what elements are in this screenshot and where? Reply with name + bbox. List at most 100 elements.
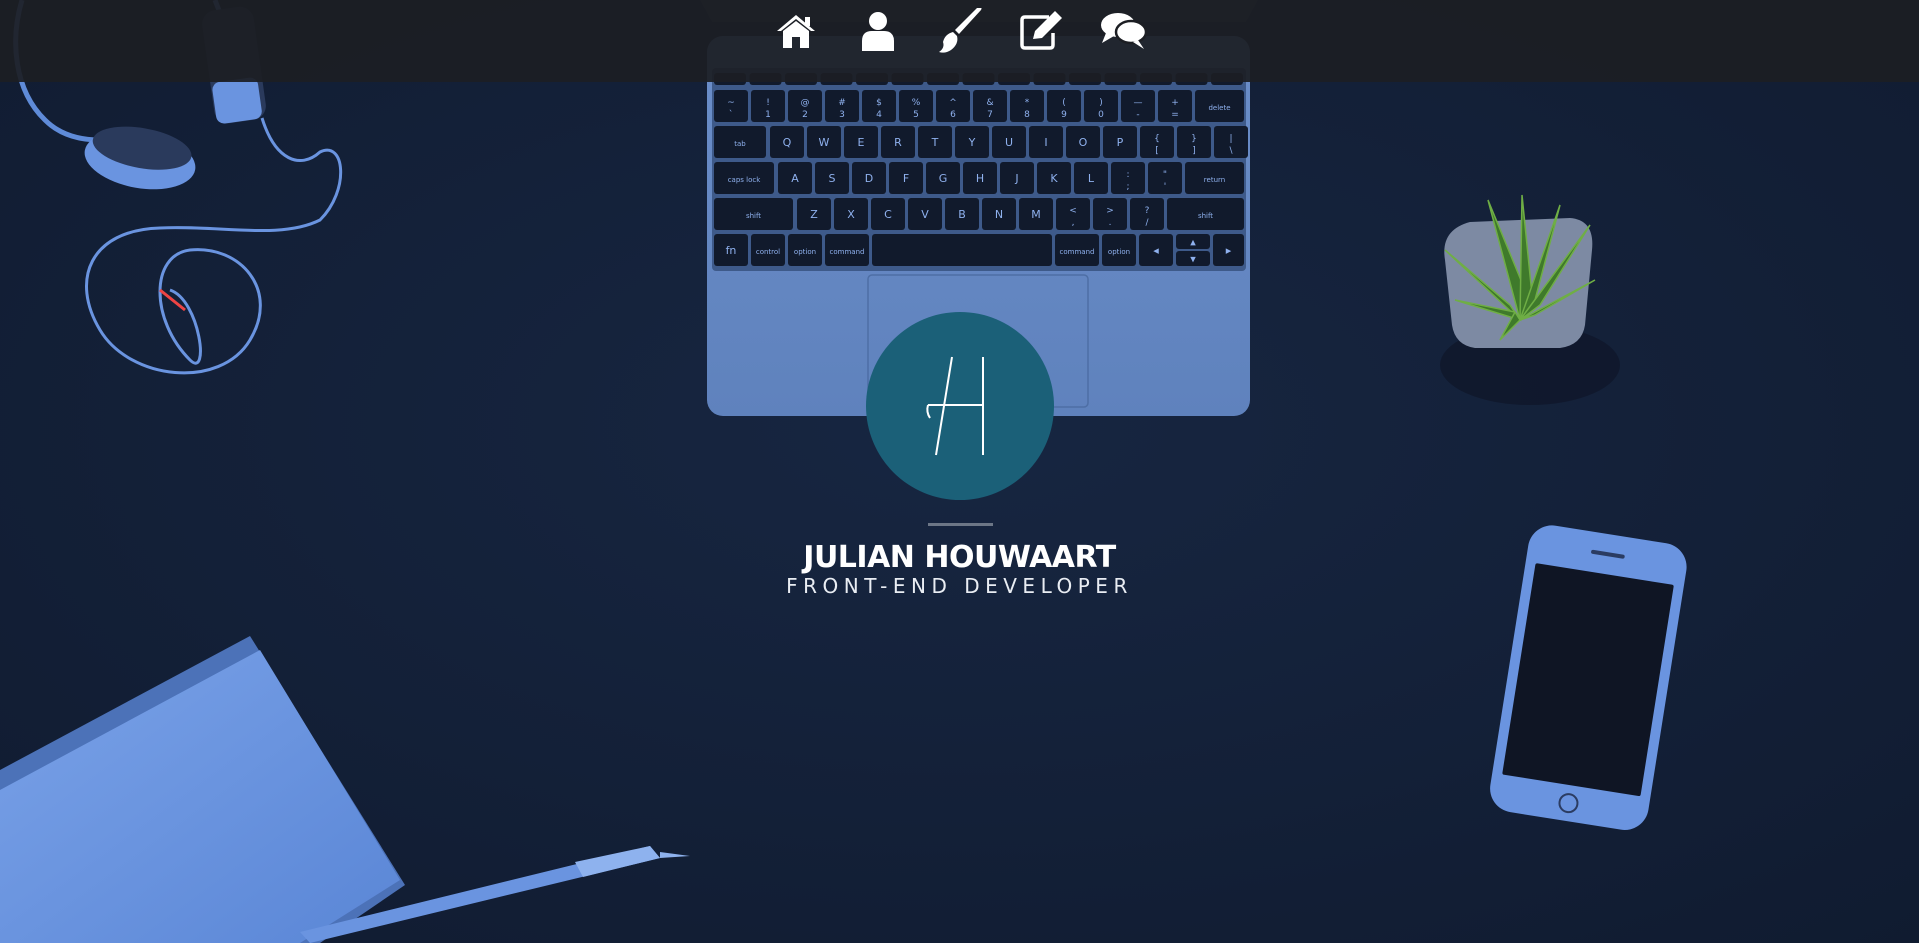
keyboard-key-label: W [819, 136, 830, 149]
keyboard-key-label: ; [1126, 182, 1129, 192]
keyboard-key-label: ` [729, 109, 734, 120]
keyboard-key-label: — [1134, 98, 1143, 108]
keyboard-key-label: L [1088, 172, 1095, 185]
keyboard-key-label: O [1079, 136, 1088, 149]
keyboard-key-label: 4 [876, 110, 882, 120]
keyboard-key-label: G [939, 172, 948, 185]
keyboard-key-label: option [1108, 248, 1130, 256]
keyboard-key-label: ~ [727, 98, 735, 108]
keyboard-key-label: F [903, 172, 909, 185]
keyboard-key-label: R [894, 136, 902, 149]
top-navigation [0, 0, 1919, 82]
keyboard-key-label: M [1031, 208, 1041, 221]
nav-portfolio[interactable] [919, 1, 1001, 61]
keyboard-key-label: ? [1145, 206, 1150, 216]
keyboard-key-label: & [986, 98, 993, 108]
nav-home[interactable] [755, 1, 837, 61]
keyboard-key-label: return [1204, 176, 1225, 184]
edit-icon [1019, 11, 1062, 50]
keyboard-key-label: : [1126, 170, 1129, 180]
keyboard-key-label: , [1072, 218, 1075, 228]
keyboard-key-label: ! [766, 98, 770, 108]
keyboard-key-label: ' [1164, 182, 1166, 192]
keyboard-key-label: tab [734, 140, 746, 148]
keyboard-key-label: ▸ [1226, 244, 1232, 257]
keyboard-key-label: option [794, 248, 816, 256]
keyboard-key-label: K [1050, 172, 1058, 185]
keyboard-key-label: [ [1155, 146, 1159, 156]
title-divider [928, 523, 993, 526]
keyboard-key-label: P [1117, 136, 1124, 149]
keyboard-key-label: 3 [839, 110, 845, 120]
keyboard-key-label: ] [1192, 146, 1196, 156]
keyboard-key-label: ▴ [1190, 236, 1196, 249]
keyboard-key-label: % [912, 98, 921, 108]
keyboard-key-label: # [838, 98, 846, 108]
keyboard-key-label: 7 [987, 110, 993, 120]
user-icon [861, 12, 894, 51]
logo-badge: H [866, 312, 1054, 500]
keyboard-key-label: X [847, 208, 855, 221]
keyboard-key-label: command [1060, 248, 1095, 256]
keyboard-key-label: 5 [913, 110, 919, 120]
keyboard-key-label: D [865, 172, 873, 185]
keyboard-key-label: E [858, 136, 865, 149]
keyboard-key-label: 0 [1098, 110, 1104, 120]
keyboard-key-label: - [1136, 110, 1139, 120]
keyboard-key-label: S [829, 172, 836, 185]
keyboard-key-label: control [756, 248, 780, 256]
keyboard-key-label: J [1014, 172, 1018, 185]
keyboard-key-label: ^ [949, 98, 957, 108]
keyboard-key-label: + [1171, 98, 1179, 108]
keyboard-key-label: command [830, 248, 865, 256]
keyboard-key-label: . [1109, 218, 1112, 228]
keyboard-key-label: ) [1099, 98, 1103, 108]
keyboard-key-label: N [995, 208, 1003, 221]
keyboard-key-label: shift [1198, 212, 1213, 220]
keyboard-key-label: | [1229, 134, 1232, 144]
keyboard-key [872, 234, 1052, 266]
keyboard-key-label: { [1154, 134, 1160, 144]
logo-text: H [866, 312, 867, 313]
keyboard-key-label: V [921, 208, 929, 221]
home-icon [776, 15, 815, 48]
keyboard-key-label: 2 [802, 110, 808, 120]
keyboard-key-label: ◂ [1153, 244, 1159, 257]
keyboard-key-label: caps lock [728, 176, 762, 184]
keyboard-key-label: } [1191, 134, 1197, 144]
keyboard-key-label: @ [801, 98, 810, 108]
keyboard-key-label: shift [746, 212, 761, 220]
keyboard-key-label: = [1171, 110, 1179, 120]
keyboard-key-label: I [1044, 136, 1047, 149]
keyboard-key-label: $ [876, 98, 882, 108]
nav-about[interactable] [837, 1, 919, 61]
keyboard-key-label: fn [726, 244, 737, 257]
keyboard-key-label: < [1069, 206, 1077, 216]
keyboard-key-label: 1 [765, 110, 771, 120]
page-subtitle: FRONT-END DEVELOPER [786, 574, 1133, 598]
keyboard-key-label: Q [783, 136, 792, 149]
keyboard-key-label: delete [1208, 104, 1230, 112]
keyboard-key-label: > [1106, 206, 1114, 216]
keyboard-key-label: A [791, 172, 799, 185]
nav-contact[interactable] [1083, 1, 1165, 61]
keyboard-key-label: ▾ [1190, 253, 1196, 266]
logo-monogram: H [866, 312, 984, 456]
paintbrush-icon [938, 8, 981, 53]
keyboard-key-label: ( [1062, 98, 1066, 108]
page-title: JULIAN HOUWAART [803, 540, 1116, 575]
keyboard-key-label: 8 [1024, 110, 1030, 120]
keyboard-key-label: 9 [1061, 110, 1067, 120]
keyboard-key-label: " [1163, 170, 1167, 180]
keyboard-key-label: 6 [950, 110, 956, 120]
keyboard-key-label: * [1025, 98, 1030, 108]
chat-icon [1100, 13, 1147, 49]
keyboard-key-label: H [976, 172, 984, 185]
keyboard-key-label: C [884, 208, 892, 221]
keyboard-key-label: T [931, 136, 939, 149]
nav-blog[interactable] [1001, 1, 1083, 61]
keyboard-key-label: Y [968, 136, 976, 149]
keyboard-key-label: U [1005, 136, 1013, 149]
keyboard-key-label: B [958, 208, 966, 221]
keyboard-key-label: Z [810, 208, 818, 221]
